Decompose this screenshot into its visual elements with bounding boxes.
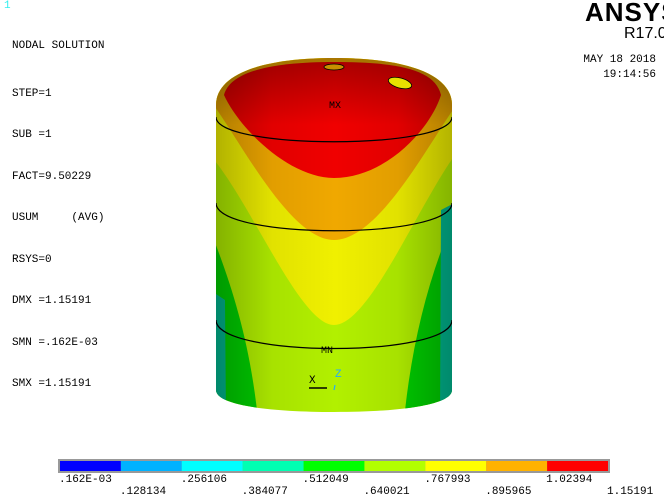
legend-swatch: [364, 461, 426, 471]
legend-bar: [58, 459, 610, 473]
legend-tick-label: .256106: [180, 474, 227, 486]
legend-swatch: [547, 461, 608, 471]
legend-swatch: [181, 461, 243, 471]
legend-tick-label: .895965: [485, 486, 532, 498]
legend-swatch: [60, 461, 121, 471]
model-view: [58, 58, 610, 473]
axis-x-label: X: [309, 375, 316, 387]
legend-tick-label: .162E-03: [59, 474, 112, 486]
legend-swatch: [242, 461, 304, 471]
legend-swatch: [120, 461, 182, 471]
legend-tick-label: .128134: [119, 486, 167, 498]
legend-swatch: [303, 461, 365, 471]
legend-tick-label: 1.02394: [546, 474, 593, 486]
legend-tick-label: .384077: [241, 486, 288, 498]
min-label: MN: [321, 346, 334, 357]
legend-swatch: [486, 461, 548, 471]
legend-tick-label: 1.15191: [607, 486, 654, 498]
legend-tick-label: .512049: [302, 474, 349, 486]
legend-tick-label: .767993: [424, 474, 471, 486]
max-label: MX: [329, 101, 342, 112]
legend-swatch: [425, 461, 487, 471]
legend-tick-label: .640021: [363, 486, 410, 498]
axis-z-label: Z: [335, 369, 342, 381]
